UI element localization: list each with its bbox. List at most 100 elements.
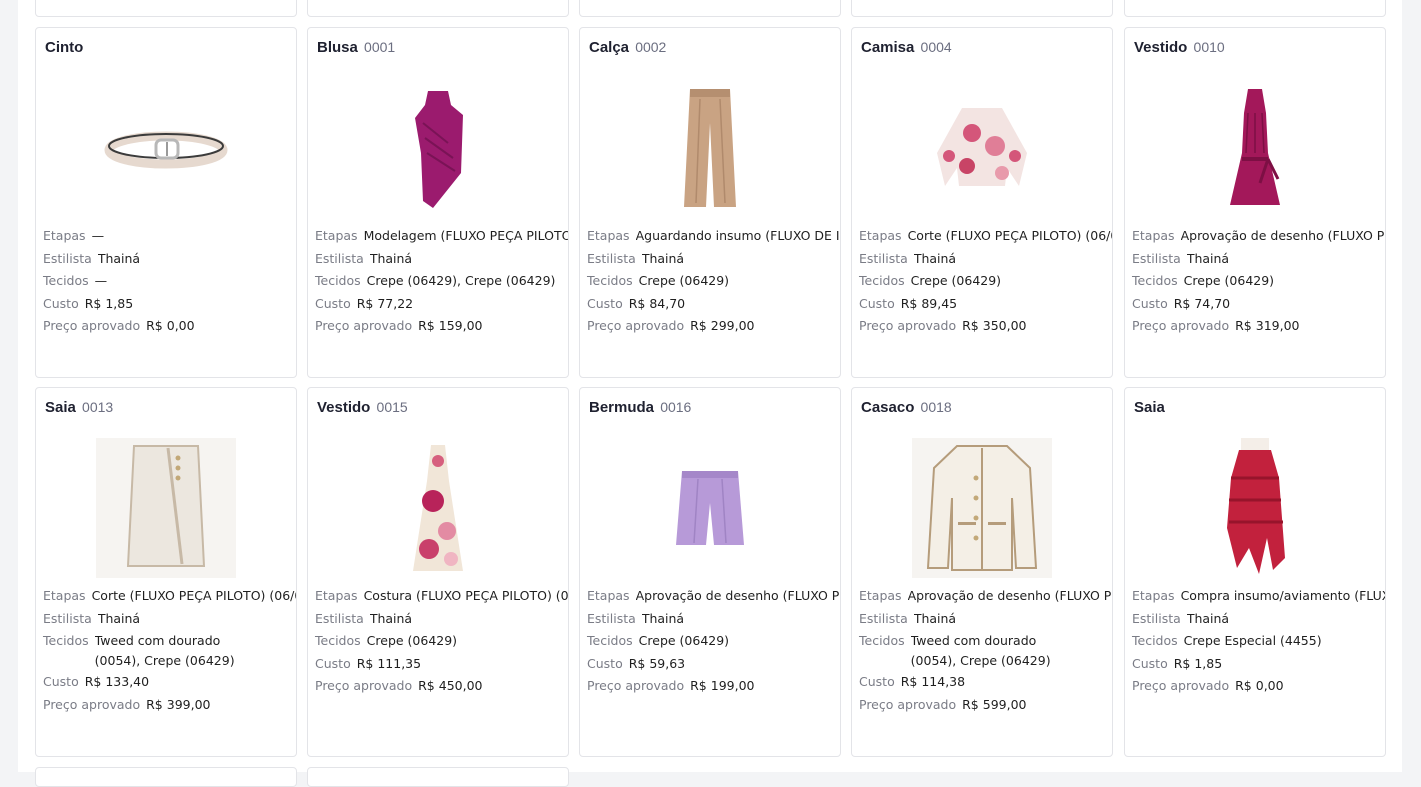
product-card[interactable]: Casaco 0018 Etapas Aprovação de desenho (… bbox=[851, 387, 1113, 757]
tecidos-value: Crepe (06429) bbox=[1183, 273, 1275, 288]
tecidos-value: Crepe Especial (4455) bbox=[1183, 633, 1322, 648]
preco-label: Preço aprovado bbox=[1132, 318, 1230, 333]
product-code: 0001 bbox=[364, 39, 396, 55]
tecidos-label: Tecidos bbox=[587, 633, 633, 648]
product-card-partial[interactable] bbox=[35, 767, 297, 787]
etapas-value: Aprovação de desenho (FLUXO PEÇ bbox=[1180, 228, 1385, 243]
preco-label: Preço aprovado bbox=[43, 318, 141, 333]
custo-label: Custo bbox=[587, 295, 623, 311]
ruffle-skirt-image bbox=[1125, 433, 1385, 583]
blouse-image bbox=[308, 73, 568, 223]
estilista-label: Estilista bbox=[587, 610, 636, 626]
etapas-value: Modelagem (FLUXO PEÇA PILOTO) ( bbox=[363, 228, 568, 243]
etapas-value: Aguardando insumo (FLUXO DE INS bbox=[635, 228, 840, 243]
product-name: Saia bbox=[1134, 399, 1165, 416]
product-name: Cinto bbox=[45, 39, 84, 56]
tecidos-value: Crepe (06429) bbox=[638, 633, 730, 648]
product-title: Vestido 0010 bbox=[1134, 39, 1225, 56]
tecidos-value: Crepe (06429) bbox=[638, 273, 730, 288]
preco-label: Preço aprovado bbox=[1132, 678, 1230, 693]
etapas-value: Aprovação de desenho (FLUXO PEÇ bbox=[635, 588, 840, 603]
product-title: Casaco 0018 bbox=[861, 399, 952, 416]
product-title: Calça 0002 bbox=[589, 39, 666, 56]
tecidos-value: Crepe (06429), Crepe (06429) bbox=[366, 273, 556, 288]
product-code: 0010 bbox=[1193, 39, 1225, 55]
product-card[interactable]: Calça 0002 Etapas Aguardando insumo (FLUX… bbox=[579, 27, 841, 378]
tecidos-label: Tecidos bbox=[43, 633, 89, 648]
shirt-image bbox=[852, 73, 1112, 223]
jacket-image bbox=[852, 433, 1112, 583]
etapas-label: Etapas bbox=[43, 588, 86, 603]
product-card[interactable]: Blusa 0001 Etapas Modelagem (FLUXO PEÇA P… bbox=[307, 27, 569, 378]
tecidos-label: Tecidos bbox=[315, 273, 361, 288]
product-card-partial[interactable] bbox=[35, 0, 297, 17]
product-card-partial[interactable] bbox=[307, 767, 569, 787]
preco-label: Preço aprovado bbox=[859, 696, 957, 712]
preco-value: R$ 0,00 bbox=[1235, 678, 1284, 693]
custo-value: R$ 89,45 bbox=[900, 295, 958, 311]
product-card[interactable]: Vestido 0015 Etapas Costura (FLUXO PEÇA P… bbox=[307, 387, 569, 757]
preco-value: R$ 299,00 bbox=[690, 318, 755, 333]
etapas-value: Compra insumo/aviamento (FLUXO bbox=[1180, 588, 1385, 603]
product-name: Saia bbox=[45, 399, 76, 416]
product-card[interactable]: Saia Etapas Compra insumo/aviamento (FLUX… bbox=[1124, 387, 1386, 757]
etapas-value: Corte (FLUXO PEÇA PILOTO) (06/07 bbox=[907, 228, 1112, 243]
etapas-value: Aprovação de desenho (FLUXO PEÇ bbox=[907, 588, 1112, 603]
estilista-value: Thainá bbox=[369, 250, 413, 266]
product-info: Etapas Aprovação de desenho (FLUXO PEÇ Es… bbox=[587, 585, 840, 698]
product-card-partial[interactable] bbox=[579, 0, 841, 17]
etapas-label: Etapas bbox=[587, 588, 630, 603]
product-card-partial[interactable] bbox=[851, 0, 1113, 17]
estilista-label: Estilista bbox=[315, 610, 364, 626]
product-code: 0015 bbox=[376, 399, 408, 415]
product-name: Bermuda bbox=[589, 399, 655, 416]
custo-value: R$ 74,70 bbox=[1173, 295, 1231, 311]
product-code: 0018 bbox=[920, 399, 952, 415]
tecidos-label: Tecidos bbox=[1132, 273, 1178, 288]
estilista-value: Thainá bbox=[1186, 250, 1230, 266]
estilista-value: Thainá bbox=[369, 610, 413, 626]
product-title: Blusa 0001 bbox=[317, 39, 395, 56]
estilista-value: Thainá bbox=[641, 250, 685, 266]
product-card[interactable]: Cinto Etapas — Estilista Thainá Tecidos — C… bbox=[35, 27, 297, 378]
custo-value: R$ 114,38 bbox=[900, 674, 966, 689]
product-card[interactable]: Camisa 0004 Etapas Corte (FLUXO PEÇA PILO… bbox=[851, 27, 1113, 378]
etapas-label: Etapas bbox=[859, 228, 902, 243]
etapas-label: Etapas bbox=[859, 588, 902, 603]
product-name: Blusa bbox=[317, 39, 358, 56]
product-card[interactable]: Saia 0013 Etapas Corte (FLUXO PEÇA PILOTO… bbox=[35, 387, 297, 757]
product-card-partial[interactable] bbox=[1124, 0, 1386, 17]
custo-label: Custo bbox=[43, 295, 79, 311]
product-title: Bermuda 0016 bbox=[589, 399, 691, 416]
shorts-image bbox=[580, 433, 840, 583]
product-name: Calça bbox=[589, 39, 630, 56]
product-code: 0013 bbox=[82, 399, 114, 415]
product-info: Etapas Aprovação de desenho (FLUXO PEÇ Es… bbox=[859, 585, 1112, 716]
preco-value: R$ 319,00 bbox=[1235, 318, 1300, 333]
preco-label: Preço aprovado bbox=[587, 678, 685, 693]
custo-value: R$ 77,22 bbox=[356, 295, 414, 311]
tecidos-value: Tweed com dourado (0054), Crepe (06429) bbox=[910, 633, 1051, 668]
product-info: Etapas Modelagem (FLUXO PEÇA PILOTO) ( Es… bbox=[315, 225, 568, 338]
tecidos-label: Tecidos bbox=[1132, 633, 1178, 648]
custo-value: R$ 111,35 bbox=[356, 655, 422, 671]
custo-value: R$ 133,40 bbox=[84, 674, 150, 689]
product-card[interactable]: Vestido 0010 Etapas Aprovação de desenho … bbox=[1124, 27, 1386, 378]
product-card-partial[interactable] bbox=[307, 0, 569, 17]
product-info: Etapas Compra insumo/aviamento (FLUXO Est… bbox=[1132, 585, 1385, 698]
custo-value: R$ 84,70 bbox=[628, 295, 686, 311]
preco-label: Preço aprovado bbox=[587, 318, 685, 333]
pants-image bbox=[580, 73, 840, 223]
product-code: 0002 bbox=[635, 39, 667, 55]
product-name: Camisa bbox=[861, 39, 915, 56]
product-info: Etapas Aguardando insumo (FLUXO DE INS Es… bbox=[587, 225, 840, 338]
product-card[interactable]: Bermuda 0016 Etapas Aprovação de desenho … bbox=[579, 387, 841, 757]
tecidos-value: Tweed com dourado (0054), Crepe (06429) bbox=[94, 633, 235, 668]
etapas-label: Etapas bbox=[1132, 228, 1175, 243]
product-name: Vestido bbox=[317, 399, 371, 416]
etapas-label: Etapas bbox=[43, 228, 86, 243]
preco-value: R$ 0,00 bbox=[146, 318, 195, 333]
preco-value: R$ 350,00 bbox=[962, 318, 1027, 333]
product-code: 0016 bbox=[660, 399, 692, 415]
etapas-label: Etapas bbox=[1132, 588, 1175, 603]
